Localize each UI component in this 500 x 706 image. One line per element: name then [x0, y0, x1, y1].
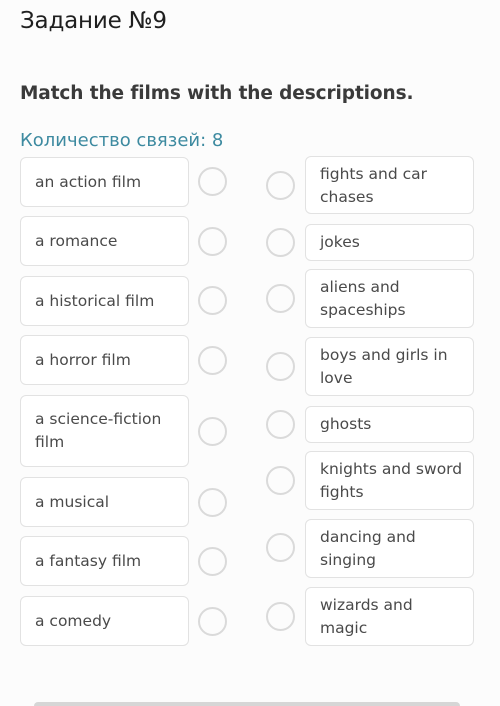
left-connector[interactable]	[198, 488, 227, 517]
right-item[interactable]: ghosts	[305, 406, 474, 443]
left-item[interactable]: a romance	[20, 216, 189, 266]
task-instruction: Match the films with the descriptions.	[20, 83, 414, 104]
left-connector[interactable]	[198, 346, 227, 375]
left-connector[interactable]	[198, 547, 227, 576]
right-item[interactable]: wizards and magic	[305, 587, 474, 646]
left-connector[interactable]	[198, 417, 227, 446]
right-item[interactable]: aliens and spaceships	[305, 269, 474, 328]
left-item[interactable]: a science-fiction film	[20, 395, 189, 467]
right-connector[interactable]	[266, 602, 295, 631]
task-title: Задание №9	[20, 8, 167, 34]
right-item[interactable]: fights and car chases	[305, 156, 474, 214]
right-connector[interactable]	[266, 466, 295, 495]
left-item[interactable]: an action film	[20, 157, 189, 207]
right-connector[interactable]	[266, 228, 295, 257]
right-item[interactable]: boys and girls in love	[305, 337, 474, 396]
right-connector[interactable]	[266, 284, 295, 313]
right-connector[interactable]	[266, 533, 295, 562]
right-item[interactable]: dancing and singing	[305, 519, 474, 578]
left-item[interactable]: a horror film	[20, 335, 189, 385]
connections-count: Количество связей: 8	[20, 130, 224, 151]
left-connector[interactable]	[198, 286, 227, 315]
left-item[interactable]: a fantasy film	[20, 536, 189, 586]
right-item[interactable]: knights and sword fights	[305, 451, 474, 510]
left-connector[interactable]	[198, 227, 227, 256]
right-connector[interactable]	[266, 410, 295, 439]
bottom-button-edge[interactable]	[34, 702, 460, 706]
right-connector[interactable]	[266, 352, 295, 381]
left-item[interactable]: a historical film	[20, 276, 189, 326]
left-connector[interactable]	[198, 607, 227, 636]
right-connector[interactable]	[266, 171, 295, 200]
left-item[interactable]: a musical	[20, 477, 189, 527]
left-item[interactable]: a comedy	[20, 596, 189, 646]
left-connector[interactable]	[198, 167, 227, 196]
right-item[interactable]: jokes	[305, 224, 474, 261]
